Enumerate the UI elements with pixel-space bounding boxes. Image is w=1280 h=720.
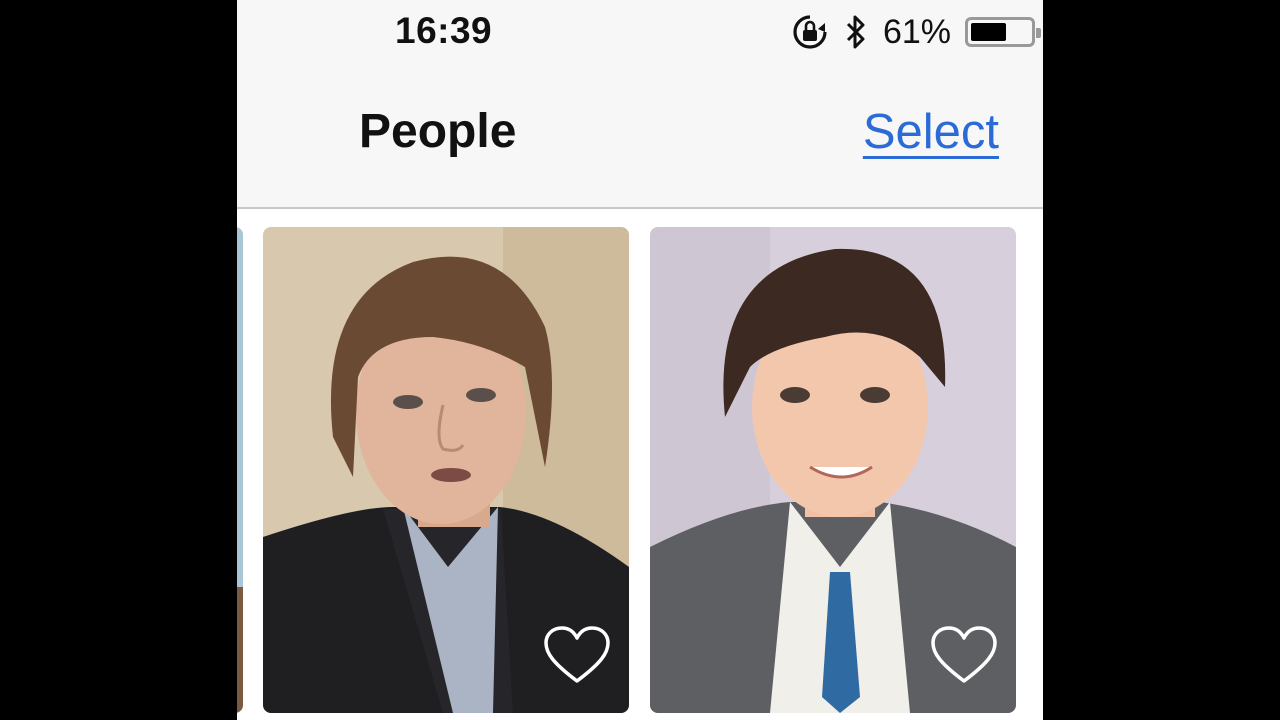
- battery-tip: [1036, 28, 1041, 38]
- people-grid: [237, 209, 1043, 720]
- phone-screen: 16:39 61% People Select: [237, 0, 1043, 720]
- person-tile-young-man[interactable]: [650, 227, 1016, 713]
- page-title: People: [359, 105, 517, 158]
- battery-icon: [965, 17, 1041, 47]
- select-button[interactable]: Select: [863, 104, 999, 160]
- battery-percentage: 61%: [882, 12, 951, 51]
- bluetooth-icon: [846, 15, 865, 49]
- battery-level-fill: [971, 23, 1006, 41]
- status-time: 16:39: [395, 10, 493, 51]
- person-tile-partial[interactable]: [237, 227, 243, 713]
- status-bar: 16:39 61%: [237, 0, 1043, 66]
- favorite-heart-icon[interactable]: [930, 625, 998, 685]
- status-indicators: 61%: [791, 10, 1041, 54]
- rotation-lock-icon: [793, 15, 827, 49]
- person-tile-older-man[interactable]: [263, 227, 629, 713]
- favorite-heart-icon[interactable]: [543, 625, 611, 685]
- partial-person-photo: [237, 227, 243, 713]
- navigation-bar: People Select: [237, 66, 1043, 209]
